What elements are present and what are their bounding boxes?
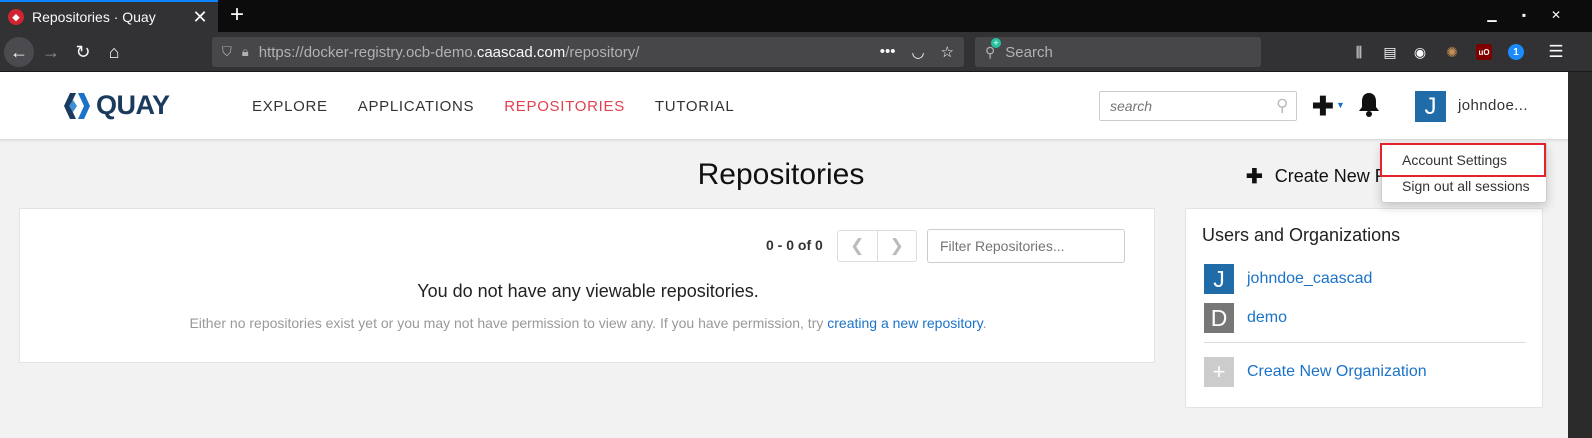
url-text[interactable]: https://docker-registry.ocb-demo.caascad… (259, 44, 880, 61)
previous-page-icon[interactable]: ❮ (838, 231, 878, 261)
url-path: /repository/ (565, 43, 640, 61)
quay-search: ⚲ (1099, 91, 1297, 121)
maximize-window-icon[interactable]: ▪ (1516, 8, 1532, 22)
menu-icon[interactable]: ☰ (1546, 42, 1566, 62)
scrollbar[interactable] (1568, 72, 1592, 438)
orgs-panel-title: Users and Organizations (1202, 225, 1401, 245)
url-bar[interactable]: ⛉ 🔒︎ https://docker-registry.ocb-demo.ca… (212, 37, 964, 67)
tab-title: Repositories · Quay (32, 9, 156, 25)
back-icon[interactable]: ← (4, 37, 34, 67)
close-window-icon[interactable]: ✕ (1548, 8, 1564, 22)
paging-count: 0 - 0 of 0 (766, 237, 823, 253)
shield-icon[interactable]: ⛉ (222, 44, 232, 60)
quay-search-input[interactable] (1108, 97, 1268, 115)
browser-toolbar: ← → ↻ ⌂ ⛉ 🔒︎ https://docker-registry.ocb… (0, 32, 1592, 72)
create-repository-button[interactable]: ✚ Create New R (1246, 164, 1388, 189)
org-avatar: D (1204, 303, 1234, 333)
more-icon[interactable]: ••• (880, 43, 896, 61)
add-icon: + (1204, 357, 1234, 387)
url-prefix: https://docker-registry.ocb-demo. (258, 43, 477, 61)
sidebar-icon[interactable]: ▤ (1380, 42, 1400, 62)
nav-tutorial[interactable]: TUTORIAL (655, 98, 735, 115)
close-tab-icon[interactable]: ✕ (188, 7, 212, 28)
user-dropdown-menu: Account Settings Sign out all sessions (1380, 143, 1547, 203)
home-icon[interactable]: ⌂ (99, 37, 129, 67)
org-name[interactable]: demo (1247, 309, 1287, 327)
create-organization-row[interactable]: + Create New Organization (1204, 357, 1427, 387)
filter-repositories-input[interactable] (928, 230, 1124, 262)
minimize-window-icon[interactable]: ▁ (1484, 8, 1500, 22)
org-row[interactable]: J johndoe_caascad (1204, 264, 1372, 294)
forward-icon[interactable]: → (36, 37, 66, 67)
nav-repositories[interactable]: REPOSITORIES (504, 98, 625, 115)
create-repository-label: Create New R (1274, 166, 1388, 186)
nav-applications[interactable]: APPLICATIONS (358, 98, 474, 115)
username[interactable]: johndoe... (1458, 97, 1528, 114)
library-icon[interactable]: ⫼ (1349, 42, 1369, 62)
reload-icon[interactable]: ↻ (68, 37, 98, 67)
search-icon[interactable]: ⚲ (1276, 96, 1288, 116)
create-plus-icon[interactable]: ✚ (1312, 92, 1334, 120)
browser-search-placeholder: Search (1005, 43, 1053, 61)
browser-search-bar[interactable]: ⚲ + Search (975, 37, 1261, 67)
org-row[interactable]: D demo (1204, 303, 1287, 333)
logo-text: QUAY (96, 90, 170, 120)
url-domain: caascad.com (476, 43, 566, 61)
lock-icon[interactable]: 🔒︎ (242, 44, 249, 60)
page-title: Repositories (697, 158, 865, 191)
repositories-panel: 0 - 0 of 0 ❮ ❯ You do not have any viewa… (19, 208, 1155, 363)
filter-repositories (927, 229, 1125, 263)
search-icon: ⚲ + (985, 37, 1001, 61)
new-tab-icon[interactable]: + (226, 2, 248, 28)
main-nav: EXPLORE APPLICATIONS REPOSITORIES TUTORI… (252, 98, 764, 115)
next-page-icon[interactable]: ❯ (878, 231, 917, 261)
account-icon[interactable]: ◉ (1410, 42, 1430, 62)
menu-item-account-settings[interactable]: Account Settings (1402, 152, 1507, 168)
browser-tab-strip: ◆ Repositories · Quay ✕ + ▁ ▪ ✕ (0, 0, 1592, 32)
bookmark-star-icon[interactable]: ☆ (941, 43, 954, 61)
quay-logo[interactable]: QUAY (62, 90, 170, 121)
empty-state-description: Either no repositories exist yet or you … (20, 315, 1156, 331)
quay-page: QUAY EXPLORE APPLICATIONS REPOSITORIES T… (0, 72, 1568, 438)
onepassword-icon[interactable]: 1 (1508, 44, 1524, 60)
nav-explore[interactable]: EXPLORE (252, 98, 328, 115)
browser-tab[interactable]: ◆ Repositories · Quay ✕ (0, 0, 218, 32)
empty-desc-text: Either no repositories exist yet or you … (189, 315, 828, 331)
caret-down-icon[interactable]: ▼ (1336, 100, 1345, 110)
quay-header: QUAY EXPLORE APPLICATIONS REPOSITORIES T… (0, 72, 1568, 140)
org-name[interactable]: johndoe_caascad (1247, 270, 1372, 288)
org-avatar: J (1204, 264, 1234, 294)
empty-desc-period: . (982, 315, 987, 331)
bell-icon[interactable] (1357, 92, 1381, 118)
create-organization-label[interactable]: Create New Organization (1247, 363, 1427, 381)
pager: ❮ ❯ (837, 230, 917, 262)
user-avatar[interactable]: J (1415, 91, 1446, 122)
quay-favicon-icon: ◆ (8, 9, 24, 25)
plus-icon: ✚ (1246, 166, 1263, 188)
pocket-icon[interactable]: ◡ (911, 43, 924, 61)
divider (1204, 342, 1526, 343)
ublock-icon[interactable]: uO (1476, 44, 1492, 60)
menu-item-sign-out-all-sessions[interactable]: Sign out all sessions (1402, 178, 1530, 194)
create-repository-link[interactable]: creating a new repository (827, 315, 982, 331)
users-orgs-panel: Users and Organizations J johndoe_caasca… (1185, 208, 1543, 408)
empty-state-title: You do not have any viewable repositorie… (417, 281, 759, 301)
quay-logo-icon (64, 92, 90, 119)
extension-icon[interactable]: ✺ (1442, 42, 1462, 62)
